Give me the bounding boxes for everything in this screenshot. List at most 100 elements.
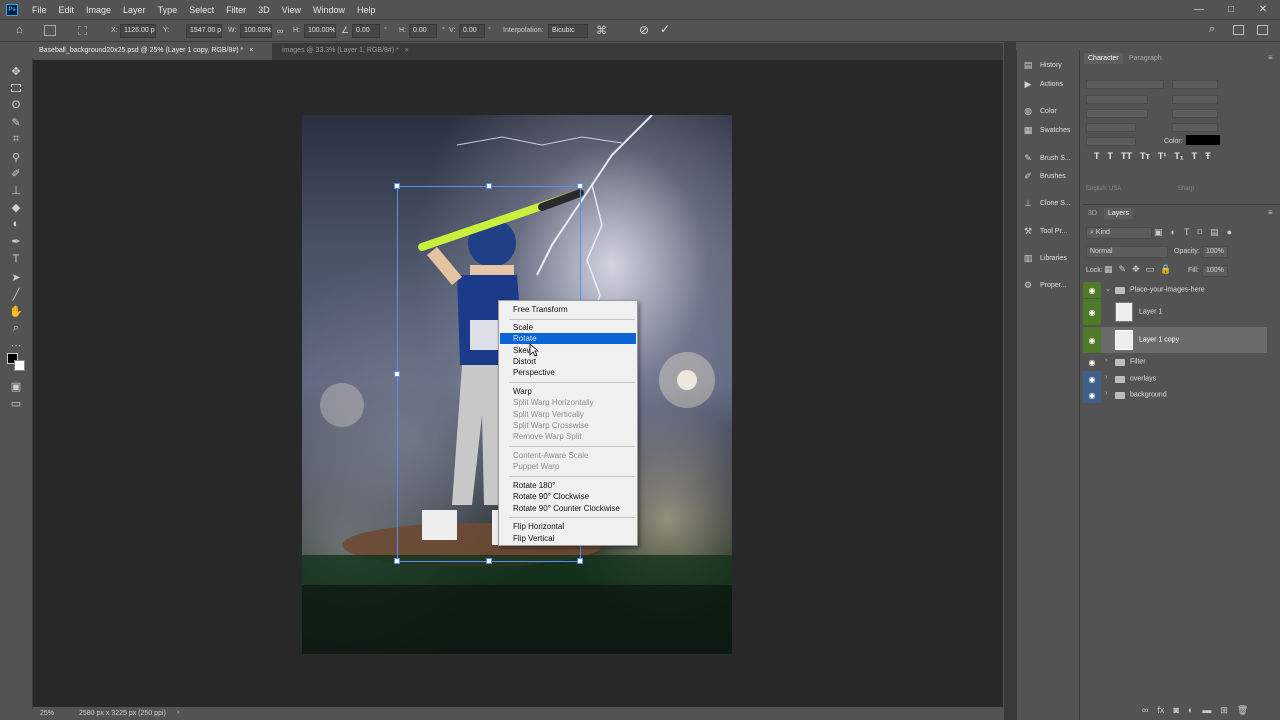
faux-bold-button[interactable]: T bbox=[1094, 151, 1100, 163]
menu-item-content-aware-scale[interactable]: Content-Aware Scale bbox=[500, 450, 636, 461]
tab-images[interactable]: images @ 33.3% (Layer 1, RGB/8#) * × bbox=[276, 43, 426, 60]
filter-adjustment-icon[interactable]: ◐ bbox=[1171, 227, 1176, 239]
lock-image-icon[interactable]: ✎ bbox=[1119, 264, 1127, 276]
new-layer-icon[interactable]: ⊞ bbox=[1220, 705, 1228, 717]
transform-tool-icon[interactable] bbox=[44, 25, 56, 36]
transform-handle-bottom[interactable] bbox=[486, 558, 492, 564]
dock-libraries[interactable]: ▥ Libraries bbox=[1023, 251, 1067, 265]
add-mask-icon[interactable]: ◙ bbox=[1173, 705, 1178, 717]
menu-window[interactable]: Window bbox=[307, 5, 351, 15]
menu-item-puppet-warp[interactable]: Puppet Warp bbox=[500, 461, 636, 472]
warp-mode-icon[interactable]: ⌘ bbox=[596, 24, 607, 37]
opacity-field[interactable]: 100% bbox=[1202, 246, 1228, 258]
move-tool-icon[interactable]: ✥ bbox=[9, 64, 23, 78]
quick-mask-icon[interactable]: ▣ bbox=[9, 379, 23, 393]
close-window-button[interactable]: ✕ bbox=[1247, 0, 1279, 19]
tab-character[interactable]: Character bbox=[1084, 53, 1123, 64]
tab-close-icon[interactable]: × bbox=[405, 47, 409, 54]
transform-handle-top[interactable] bbox=[486, 183, 492, 189]
menu-3d[interactable]: 3D bbox=[252, 5, 276, 15]
layer-filter-select[interactable]: ⌕ Kind bbox=[1086, 227, 1152, 239]
maximize-button[interactable]: □ bbox=[1215, 0, 1247, 19]
height-field[interactable]: 100.00% bbox=[304, 24, 336, 38]
dock-actions[interactable]: ▶ Actions bbox=[1023, 77, 1063, 91]
hskew-field[interactable]: 0.00 bbox=[409, 24, 437, 38]
layer-layer-1-copy[interactable]: ◉ Layer 1 copy bbox=[1083, 327, 1267, 353]
text-color-swatch[interactable] bbox=[1186, 135, 1220, 145]
layer-group-place-your-images-here[interactable]: ◉ ⌄ Place-your-images-here bbox=[1083, 282, 1267, 298]
expand-chevron-icon[interactable]: › bbox=[1105, 390, 1107, 397]
horizontal-scale-field[interactable] bbox=[1172, 123, 1218, 132]
filter-type-icon[interactable]: T bbox=[1184, 227, 1190, 239]
small-caps-button[interactable]: Tт bbox=[1140, 151, 1150, 163]
menu-item-remove-warp-split[interactable]: Remove Warp Split bbox=[500, 431, 636, 442]
layer-group-filter[interactable]: ◉ › Filter bbox=[1083, 354, 1267, 370]
tab-3d[interactable]: 3D bbox=[1084, 208, 1101, 219]
filter-smart-object-icon[interactable]: ▤ bbox=[1210, 227, 1219, 239]
type-tool-icon[interactable]: T bbox=[9, 252, 23, 266]
link-layers-icon[interactable]: ∞ bbox=[1142, 705, 1148, 717]
dock-clone-source[interactable]: ⊥ Clone S... bbox=[1023, 196, 1071, 210]
menu-item-rotate-90-ccw[interactable]: Rotate 90° Counter Clockwise bbox=[500, 503, 636, 514]
marquee-tool-icon[interactable] bbox=[9, 81, 23, 95]
cancel-transform-icon[interactable]: ⊘ bbox=[639, 23, 649, 37]
menu-image[interactable]: Image bbox=[80, 5, 117, 15]
reference-point-icon[interactable] bbox=[78, 26, 87, 35]
transform-handle-top-left[interactable] bbox=[394, 183, 400, 189]
dock-color[interactable]: ◍ Color bbox=[1023, 104, 1057, 118]
layer-layer-1[interactable]: ◉ Layer 1 bbox=[1083, 299, 1267, 325]
filter-pixel-icon[interactable]: ▣ bbox=[1154, 227, 1163, 239]
hand-tool-icon[interactable]: ✋ bbox=[9, 304, 23, 318]
menu-help[interactable]: Help bbox=[351, 5, 382, 15]
eraser-tool-icon[interactable]: ◆ bbox=[9, 200, 23, 214]
transform-handle-bottom-left[interactable] bbox=[394, 558, 400, 564]
share-icon[interactable] bbox=[1257, 25, 1268, 35]
menu-item-warp[interactable]: Warp bbox=[500, 386, 636, 397]
lock-transparent-icon[interactable]: ▦ bbox=[1104, 264, 1113, 276]
strikethrough-button[interactable]: Ŧ bbox=[1205, 151, 1211, 163]
dock-properties[interactable]: ⚙ Proper... bbox=[1023, 278, 1067, 292]
menu-select[interactable]: Select bbox=[183, 5, 220, 15]
faux-italic-button[interactable]: T bbox=[1108, 151, 1114, 163]
font-size-field[interactable] bbox=[1086, 95, 1148, 104]
lasso-tool-icon[interactable]: ʘ bbox=[9, 98, 23, 112]
language-select[interactable]: English: USA bbox=[1086, 186, 1158, 195]
leading-field[interactable] bbox=[1172, 95, 1218, 104]
link-icon[interactable]: ∞ bbox=[277, 26, 283, 36]
tab-layers[interactable]: Layers bbox=[1104, 208, 1134, 219]
minimize-button[interactable]: — bbox=[1183, 0, 1215, 19]
vertical-scale-field[interactable] bbox=[1086, 123, 1136, 132]
menu-edit[interactable]: Edit bbox=[53, 5, 81, 15]
filter-toggle-icon[interactable]: ● bbox=[1227, 227, 1232, 239]
transform-handle-left[interactable] bbox=[394, 371, 400, 377]
filter-shape-icon[interactable]: ⌑ bbox=[1197, 227, 1202, 239]
kerning-field[interactable] bbox=[1086, 109, 1148, 118]
underline-button[interactable]: T bbox=[1192, 151, 1198, 163]
menu-view[interactable]: View bbox=[276, 5, 307, 15]
background-color-swatch[interactable] bbox=[14, 360, 25, 371]
x-field[interactable]: 1126.00 px bbox=[120, 24, 156, 38]
screen-mode-icon[interactable]: ▭ bbox=[9, 396, 23, 410]
subscript-button[interactable]: T₁ bbox=[1174, 151, 1183, 163]
new-group-icon[interactable]: ▬ bbox=[1202, 705, 1211, 717]
delete-layer-icon[interactable]: 🗑 bbox=[1237, 705, 1248, 717]
layer-style-icon[interactable]: fx bbox=[1157, 705, 1164, 717]
menu-item-free-transform[interactable]: Free Transform bbox=[500, 304, 636, 315]
transform-handle-top-right[interactable] bbox=[577, 183, 583, 189]
menu-item-scale[interactable]: Scale bbox=[500, 322, 636, 333]
crop-tool-icon[interactable]: ⌗ bbox=[9, 132, 23, 146]
eyedropper-tool-icon[interactable]: ⚲ bbox=[9, 150, 23, 164]
angle-field[interactable]: 0.00 bbox=[352, 24, 380, 38]
menu-type[interactable]: Type bbox=[152, 5, 184, 15]
menu-item-split-warp-crosswise[interactable]: Split Warp Crosswise bbox=[500, 420, 636, 431]
visibility-eye-icon[interactable]: ◉ bbox=[1083, 354, 1101, 370]
tab-close-icon[interactable]: × bbox=[249, 47, 253, 54]
gradient-tool-icon[interactable]: ◐ bbox=[9, 217, 23, 231]
menu-item-rotate[interactable]: Rotate bbox=[500, 333, 636, 344]
blend-mode-select[interactable]: Normal bbox=[1086, 246, 1168, 258]
all-caps-button[interactable]: TT bbox=[1121, 151, 1132, 163]
y-field[interactable]: 1547.00 px bbox=[186, 24, 222, 38]
tracking-field[interactable] bbox=[1172, 109, 1218, 118]
tab-baseball-background[interactable]: Baseball_background20x25.psd @ 25% (Laye… bbox=[33, 43, 272, 60]
path-select-tool-icon[interactable]: ➤ bbox=[9, 270, 23, 284]
